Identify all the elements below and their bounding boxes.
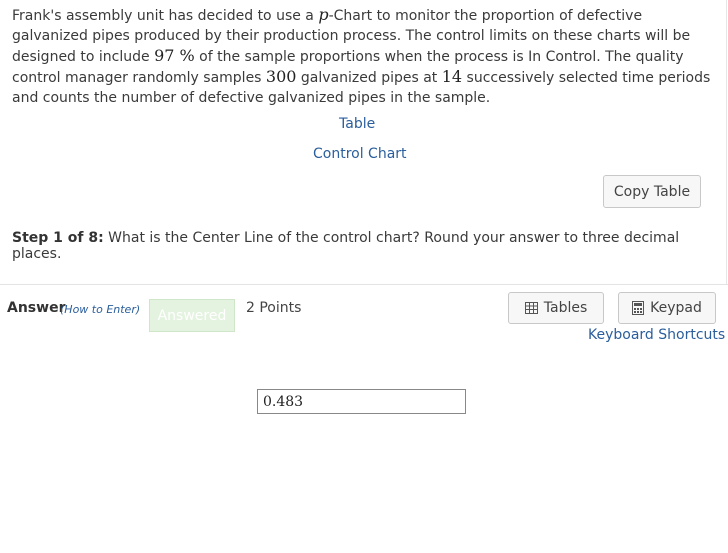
- control-chart-link[interactable]: Control Chart: [313, 146, 407, 162]
- problem-text-4: galvanized pipes at: [296, 70, 442, 86]
- table-link[interactable]: Table: [339, 116, 375, 132]
- keypad-label: Keypad: [650, 300, 702, 316]
- how-to-enter-link[interactable]: (How to Enter): [60, 303, 140, 316]
- table-grid-icon: [524, 302, 538, 314]
- step-question: Step 1 of 8: What is the Center Line of …: [12, 230, 728, 262]
- section-divider: [0, 284, 728, 285]
- answered-status-badge: Answered: [149, 299, 235, 332]
- copy-table-button[interactable]: Copy Table: [603, 175, 701, 208]
- problem-statement: Frank's assembly unit has decided to use…: [12, 5, 712, 108]
- points-label: 2 Points: [246, 300, 302, 316]
- periods-value: 14: [441, 67, 463, 86]
- keypad-button[interactable]: Keypad: [618, 292, 716, 324]
- step-prefix: Step 1 of 8:: [12, 230, 104, 246]
- keyboard-shortcuts-link[interactable]: Keyboard Shortcuts: [588, 327, 725, 343]
- percent-value: 97 %: [154, 46, 195, 65]
- calculator-icon: [632, 301, 645, 315]
- sample-size-value: 300: [265, 67, 297, 86]
- p-variable: p: [318, 5, 329, 24]
- problem-text-1: Frank's assembly unit has decided to use…: [12, 8, 319, 24]
- step-text: What is the Center Line of the control c…: [12, 230, 680, 262]
- tables-button[interactable]: Tables: [508, 292, 604, 324]
- answer-input[interactable]: [257, 389, 466, 414]
- tables-label: Tables: [543, 300, 588, 316]
- answer-label: Answer: [7, 300, 66, 316]
